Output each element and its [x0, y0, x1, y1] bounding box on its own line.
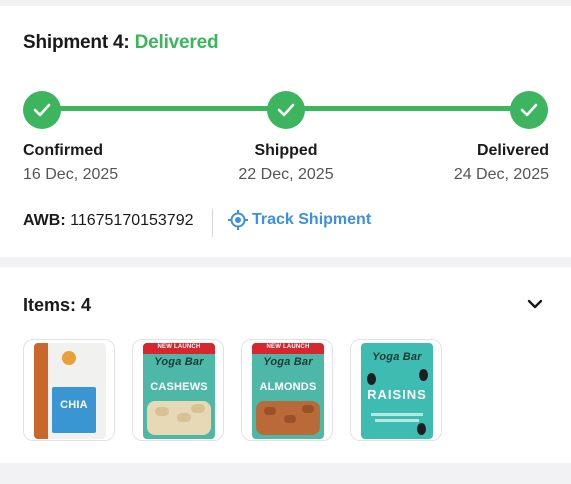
step-delivered-label: Delivered: [476, 142, 549, 159]
step-confirmed-date: 16 Dec, 2025: [23, 166, 119, 183]
product-brand-raisins: Yoga Bar: [372, 351, 422, 363]
awb-info: AWB: 11675170153792: [23, 212, 194, 230]
shipment-title-prefix: Shipment 4:: [23, 32, 130, 53]
cashews-pack-image: NEW LAUNCH Yoga Bar CASHEWS: [143, 343, 215, 439]
product-name-cashews: CASHEWS: [150, 381, 208, 393]
product-brand-almonds: Yoga Bar: [263, 356, 313, 368]
product-name-almonds: ALMONDS: [259, 381, 317, 393]
items-count-title: Items: 4: [23, 295, 92, 315]
step-shipped-check-icon: [267, 91, 305, 129]
product-thumb-cashews[interactable]: NEW LAUNCH Yoga Bar CASHEWS: [132, 339, 224, 441]
step-shipped-date: 22 Dec, 2025: [238, 166, 334, 183]
step-shipped-label: Shipped: [254, 142, 318, 159]
product-thumb-raisins[interactable]: Yoga Bar RAISINS: [350, 339, 442, 441]
track-shipment-link[interactable]: Track Shipment: [227, 209, 371, 231]
divider: [212, 209, 213, 237]
items-card: Items: 4 CHIA NEW LAUNCH Yoga Bar CASHEW…: [0, 267, 571, 463]
shipment-card: Shipment 4: Delivered Confirmed 16 Dec, …: [0, 6, 571, 257]
track-shipment-label: Track Shipment: [252, 211, 372, 228]
chevron-down-icon[interactable]: [526, 297, 544, 311]
product-thumb-chia[interactable]: CHIA: [23, 339, 115, 441]
step-confirmed-check-icon: [23, 91, 61, 129]
product-banner-cashews: NEW LAUNCH: [157, 344, 201, 350]
product-thumb-almonds[interactable]: NEW LAUNCH Yoga Bar ALMONDS: [241, 339, 333, 441]
product-name-chia: CHIA: [60, 399, 88, 411]
step-delivered-date: 24 Dec, 2025: [453, 166, 549, 183]
product-brand-cashews: Yoga Bar: [154, 356, 204, 368]
product-banner-almonds: NEW LAUNCH: [266, 344, 310, 350]
product-name-raisins: RAISINS: [367, 387, 427, 402]
shipment-title: Shipment 4: Delivered: [23, 32, 219, 54]
step-delivered-check-icon: [510, 91, 548, 129]
chia-seed-pack-image: CHIA: [34, 343, 106, 439]
shipment-status: Delivered: [134, 32, 219, 53]
awb-label: AWB:: [23, 212, 66, 229]
raisins-pack-image: Yoga Bar RAISINS: [361, 343, 433, 439]
awb-number: 11675170153792: [70, 212, 194, 229]
step-confirmed-label: Confirmed: [23, 142, 103, 159]
almonds-pack-image: NEW LAUNCH Yoga Bar ALMONDS: [252, 343, 324, 439]
locate-target-icon: [228, 210, 248, 230]
